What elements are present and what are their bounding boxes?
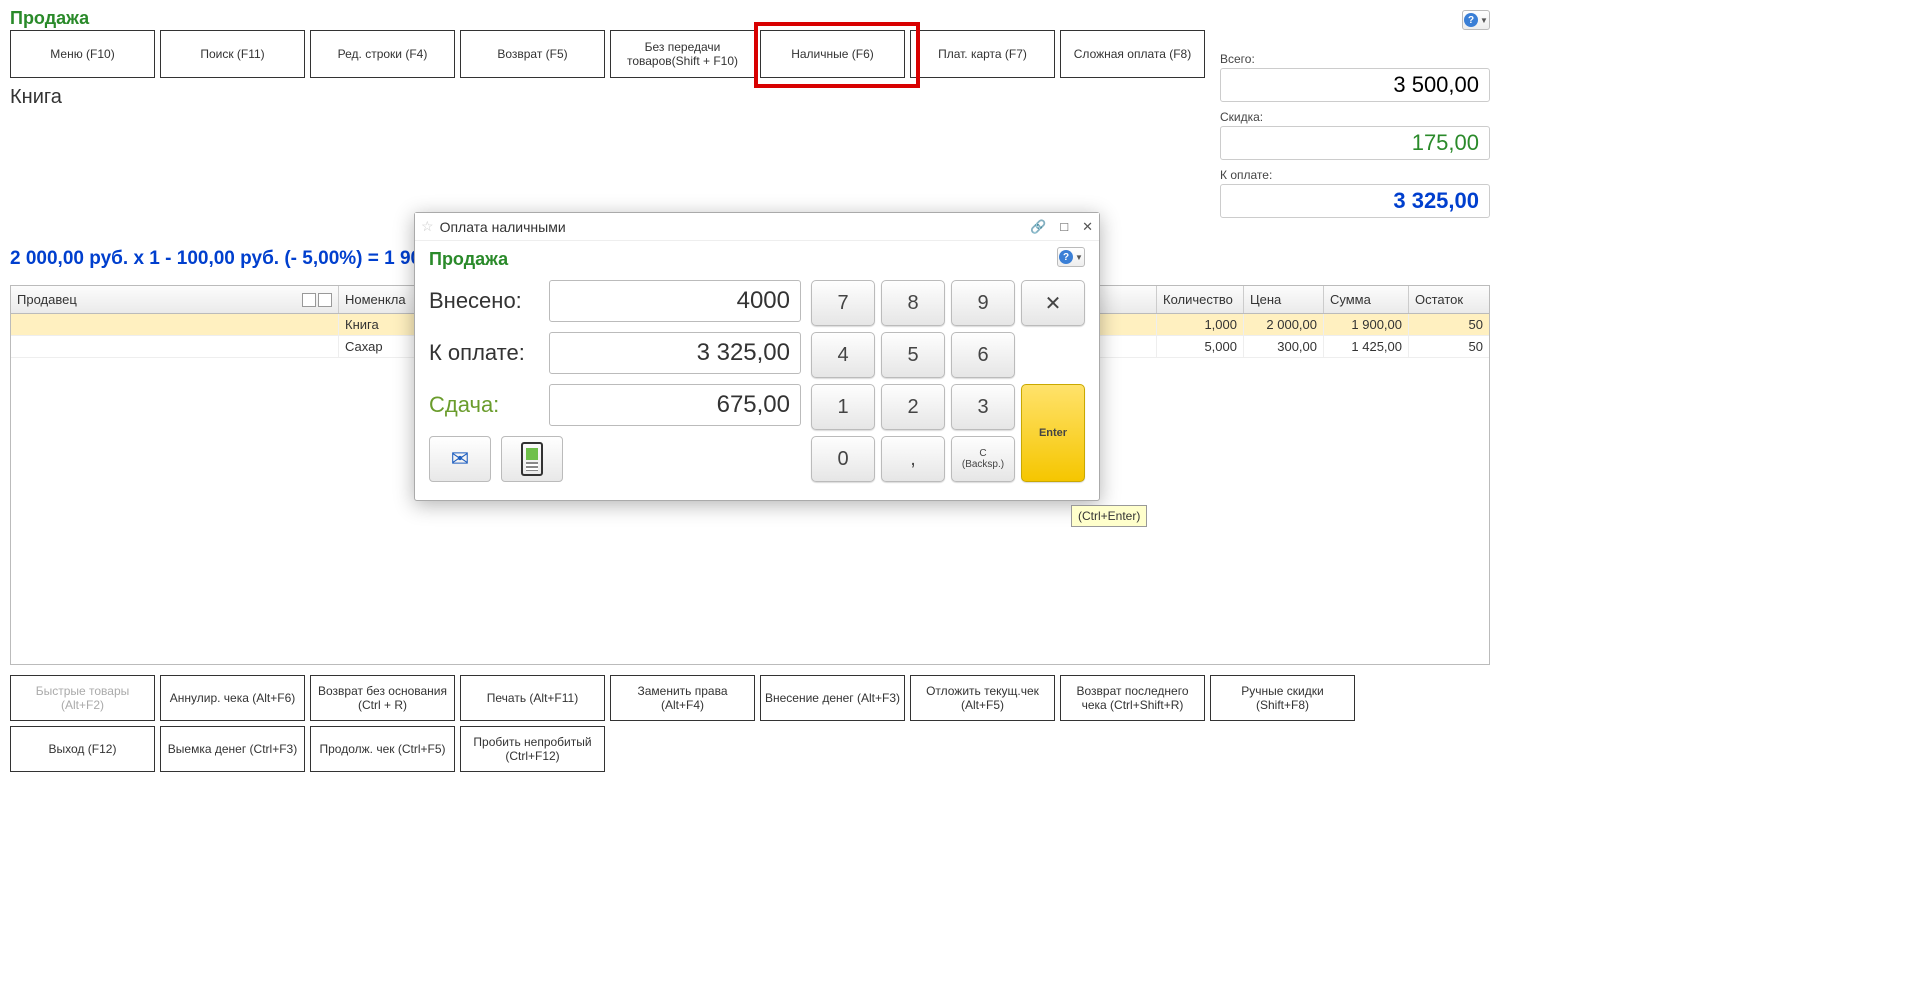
dialog-titlebar[interactable]: ☆ Оплата наличными 🔗 □ ✕ (415, 213, 1099, 241)
key-4[interactable]: 4 (811, 332, 875, 378)
topay-label: К оплате: (1220, 168, 1490, 182)
td-sum: 1 900,00 (1324, 314, 1409, 335)
th-price[interactable]: Цена (1244, 286, 1324, 313)
total-value: 3 500,00 (1220, 68, 1490, 102)
current-item-title: Книга (10, 86, 62, 109)
th-qty[interactable]: Количество (1157, 286, 1244, 313)
key-comma[interactable]: , (881, 436, 945, 482)
totals-panel: Всего: 3 500,00 Скидка: 175,00 К оплате:… (1220, 52, 1490, 218)
td-seller (11, 314, 339, 335)
dlg-topay-label: К оплате: (429, 340, 539, 366)
dialog-title: Оплата наличными (440, 219, 1030, 235)
td-qty: 1,000 (1157, 314, 1244, 335)
cash-button[interactable]: Наличные (F6) (760, 30, 905, 78)
edit-line-button[interactable]: Ред. строки (F4) (310, 30, 455, 78)
card-button[interactable]: Плат. карта (F7) (910, 30, 1055, 78)
cash-payment-dialog: ☆ Оплата наличными 🔗 □ ✕ Продажа ?▼ Внес… (414, 212, 1100, 501)
key-8[interactable]: 8 (881, 280, 945, 326)
return-no-basis-button[interactable]: Возврат без основания (Ctrl + R) (310, 675, 455, 721)
chevron-down-icon: ▼ (1480, 16, 1488, 25)
discount-value: 175,00 (1220, 126, 1490, 160)
complex-pay-button[interactable]: Сложная оплата (F8) (1060, 30, 1205, 78)
key-backspace[interactable]: C(Backsp.) (951, 436, 1015, 482)
key-0[interactable]: 0 (811, 436, 875, 482)
bottom-toolbar: Быстрые товары (Alt+F2) Аннулир. чека (A… (10, 675, 1490, 772)
key-2[interactable]: 2 (881, 384, 945, 430)
th-sum[interactable]: Сумма (1324, 286, 1409, 313)
td-sum: 1 425,00 (1324, 336, 1409, 357)
key-3[interactable]: 3 (951, 384, 1015, 430)
hold-receipt-button[interactable]: Отложить текущ.чек (Alt+F5) (910, 675, 1055, 721)
td-stock: 50 (1409, 336, 1489, 357)
email-button[interactable]: ✉ (429, 436, 491, 482)
th-seller[interactable]: Продавец (11, 286, 339, 313)
return-last-receipt-button[interactable]: Возврат последнего чека (Ctrl+Shift+R) (1060, 675, 1205, 721)
sms-button[interactable] (501, 436, 563, 482)
continue-receipt-button[interactable]: Продолж. чек (Ctrl+F5) (310, 726, 455, 772)
keypad: 7 8 9 ✕ 4 5 6 1 2 3 (811, 280, 1085, 482)
dialog-subtitle: Продажа (429, 249, 1085, 270)
topay-value: 3 325,00 (1220, 184, 1490, 218)
key-6[interactable]: 6 (951, 332, 1015, 378)
key-enter[interactable]: Enter (1021, 384, 1085, 482)
column-icons[interactable] (302, 293, 332, 307)
dialog-help-button[interactable]: ?▼ (1057, 247, 1085, 267)
th-stock[interactable]: Остаток (1409, 286, 1489, 313)
td-qty: 5,000 (1157, 336, 1244, 357)
td-price: 300,00 (1244, 336, 1324, 357)
key-7[interactable]: 7 (811, 280, 875, 326)
change-label: Сдача: (429, 392, 539, 418)
search-button[interactable]: Поиск (F11) (160, 30, 305, 78)
key-5[interactable]: 5 (881, 332, 945, 378)
maximize-icon[interactable]: □ (1060, 219, 1068, 235)
print-button[interactable]: Печать (Alt+F11) (460, 675, 605, 721)
td-stock: 50 (1409, 314, 1489, 335)
total-label: Всего: (1220, 52, 1490, 66)
link-icon[interactable]: 🔗 (1030, 219, 1046, 235)
enter-tooltip: (Ctrl+Enter) (1071, 505, 1147, 527)
th-seller-label: Продавец (17, 292, 77, 307)
close-icon[interactable]: ✕ (1082, 219, 1093, 235)
manual-discounts-button[interactable]: Ручные скидки (Shift+F8) (1210, 675, 1355, 721)
key-9[interactable]: 9 (951, 280, 1015, 326)
cash-in-button[interactable]: Внесение денег (Alt+F3) (760, 675, 905, 721)
dlg-topay-value: 3 325,00 (549, 332, 801, 374)
menu-button[interactable]: Меню (F10) (10, 30, 155, 78)
change-value: 675,00 (549, 384, 801, 426)
favorite-star-icon[interactable]: ☆ (421, 218, 434, 235)
punch-unpunched-button[interactable]: Пробить непробитый (Ctrl+F12) (460, 726, 605, 772)
quick-items-button[interactable]: Быстрые товары (Alt+F2) (10, 675, 155, 721)
key-1[interactable]: 1 (811, 384, 875, 430)
key-clear-x[interactable]: ✕ (1021, 280, 1085, 326)
change-rights-button[interactable]: Заменить права (Alt+F4) (610, 675, 755, 721)
page-title: Продажа (10, 8, 89, 29)
paid-input[interactable]: 4000 (549, 280, 801, 322)
discount-label: Скидка: (1220, 110, 1490, 124)
cancel-receipt-button[interactable]: Аннулир. чека (Alt+F6) (160, 675, 305, 721)
top-toolbar: Меню (F10) Поиск (F11) Ред. строки (F4) … (10, 30, 1205, 78)
paid-label: Внесено: (429, 288, 539, 314)
td-seller (11, 336, 339, 357)
question-icon: ? (1464, 13, 1478, 27)
td-price: 2 000,00 (1244, 314, 1324, 335)
exit-button[interactable]: Выход (F12) (10, 726, 155, 772)
line-summary: 2 000,00 руб. x 1 - 100,00 руб. (- 5,00%… (10, 248, 421, 270)
help-button[interactable]: ?▼ (1462, 10, 1490, 30)
phone-icon (521, 442, 543, 476)
return-button[interactable]: Возврат (F5) (460, 30, 605, 78)
cash-out-button[interactable]: Выемка денег (Ctrl+F3) (160, 726, 305, 772)
no-transfer-button[interactable]: Без передачи товаров(Shift + F10) (610, 30, 755, 78)
